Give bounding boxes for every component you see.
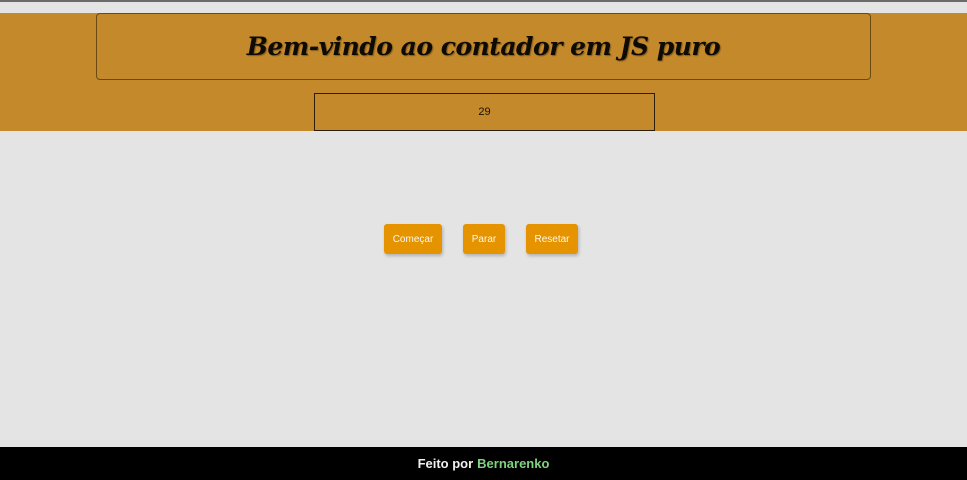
footer: Feito por Bernarenko [0, 447, 967, 480]
header-band: Bem-vindo ao contador em JS puro 29 [0, 13, 967, 131]
title-box: Bem-vindo ao contador em JS puro [96, 13, 871, 80]
controls: Começar Parar Resetar [0, 224, 967, 254]
page-title: Bem-vindo ao contador em JS puro [246, 32, 721, 61]
footer-prefix: Feito por [417, 456, 474, 471]
top-gap [0, 2, 967, 13]
counter-value: 29 [478, 106, 491, 118]
start-button[interactable]: Começar [384, 224, 442, 254]
stop-button[interactable]: Parar [463, 224, 505, 254]
author-link[interactable]: Bernarenko [477, 456, 549, 471]
counter-display: 29 [314, 93, 655, 131]
reset-button[interactable]: Resetar [526, 224, 578, 254]
